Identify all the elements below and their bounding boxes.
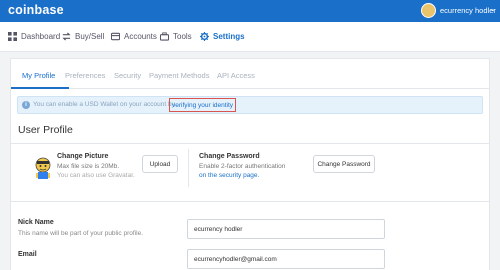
divider bbox=[11, 143, 489, 144]
chevron-down-icon[interactable]: ⌄ bbox=[490, 5, 496, 13]
gravatar-hint: You can also use Gravatar. bbox=[57, 172, 135, 179]
nick-name-hint: This name will be part of your public pr… bbox=[18, 230, 144, 237]
nav-accounts[interactable]: Accounts bbox=[111, 32, 157, 41]
nav-accounts-label: Accounts bbox=[124, 32, 157, 41]
user-name[interactable]: ecurrency hodler bbox=[440, 6, 496, 15]
tools-icon bbox=[160, 32, 169, 41]
verify-identity-link[interactable]: verifying your identity bbox=[169, 98, 237, 112]
security-page-link[interactable]: on the security page. bbox=[199, 172, 259, 179]
profile-avatar[interactable] bbox=[31, 155, 55, 181]
two-factor-hint: Enable 2-factor authentication bbox=[199, 163, 286, 170]
accounts-icon bbox=[111, 32, 120, 41]
email-field[interactable] bbox=[187, 249, 385, 269]
tab-payment-methods[interactable]: Payment Methods bbox=[149, 71, 209, 80]
user-avatar[interactable] bbox=[421, 3, 436, 18]
coinbase-logo[interactable]: coinbase bbox=[8, 3, 64, 17]
nav-buy-sell-label: Buy/Sell bbox=[75, 32, 105, 41]
change-password-label: Change Password bbox=[199, 153, 260, 160]
email-label: Email bbox=[18, 251, 37, 258]
top-bar: coinbase ecurrency hodler ⌄ bbox=[0, 0, 500, 22]
divider bbox=[11, 201, 489, 202]
dashboard-icon bbox=[8, 32, 17, 41]
tab-preferences[interactable]: Preferences bbox=[65, 71, 105, 80]
tab-security[interactable]: Security bbox=[114, 71, 141, 80]
nav-settings-label: Settings bbox=[213, 32, 245, 41]
nav-dashboard[interactable]: Dashboard bbox=[8, 32, 60, 41]
upload-button[interactable]: Upload bbox=[142, 155, 178, 173]
notice-text: You can enable a USD Wallet on your acco… bbox=[33, 101, 175, 108]
change-picture-hint: Max file size is 20Mb. bbox=[57, 163, 120, 170]
usd-wallet-notice: i You can enable a USD Wallet on your ac… bbox=[17, 96, 483, 114]
nick-name-label: Nick Name bbox=[18, 219, 54, 226]
tab-api-access[interactable]: API Access bbox=[217, 71, 255, 80]
nav-tools[interactable]: Tools bbox=[160, 32, 192, 41]
info-icon: i bbox=[22, 101, 30, 109]
settings-subtabs: My Profile Preferences Security Payment … bbox=[11, 59, 489, 89]
active-tab-indicator bbox=[11, 87, 69, 89]
nav-dashboard-label: Dashboard bbox=[21, 32, 61, 41]
vertical-divider bbox=[188, 149, 189, 187]
tab-my-profile[interactable]: My Profile bbox=[22, 71, 55, 80]
main-nav: Dashboard Buy/Sell Accounts Tools Settin… bbox=[0, 22, 500, 52]
change-password-button[interactable]: Change Password bbox=[313, 155, 375, 173]
nav-settings[interactable]: Settings bbox=[200, 32, 245, 41]
nick-name-field[interactable] bbox=[187, 219, 385, 239]
buy-sell-icon bbox=[62, 32, 71, 41]
page-title: User Profile bbox=[18, 124, 73, 136]
settings-card: My Profile Preferences Security Payment … bbox=[10, 58, 490, 270]
nav-buy-sell[interactable]: Buy/Sell bbox=[62, 32, 104, 41]
nav-tools-label: Tools bbox=[173, 32, 192, 41]
change-picture-label: Change Picture bbox=[57, 153, 109, 160]
gear-icon bbox=[200, 32, 209, 41]
